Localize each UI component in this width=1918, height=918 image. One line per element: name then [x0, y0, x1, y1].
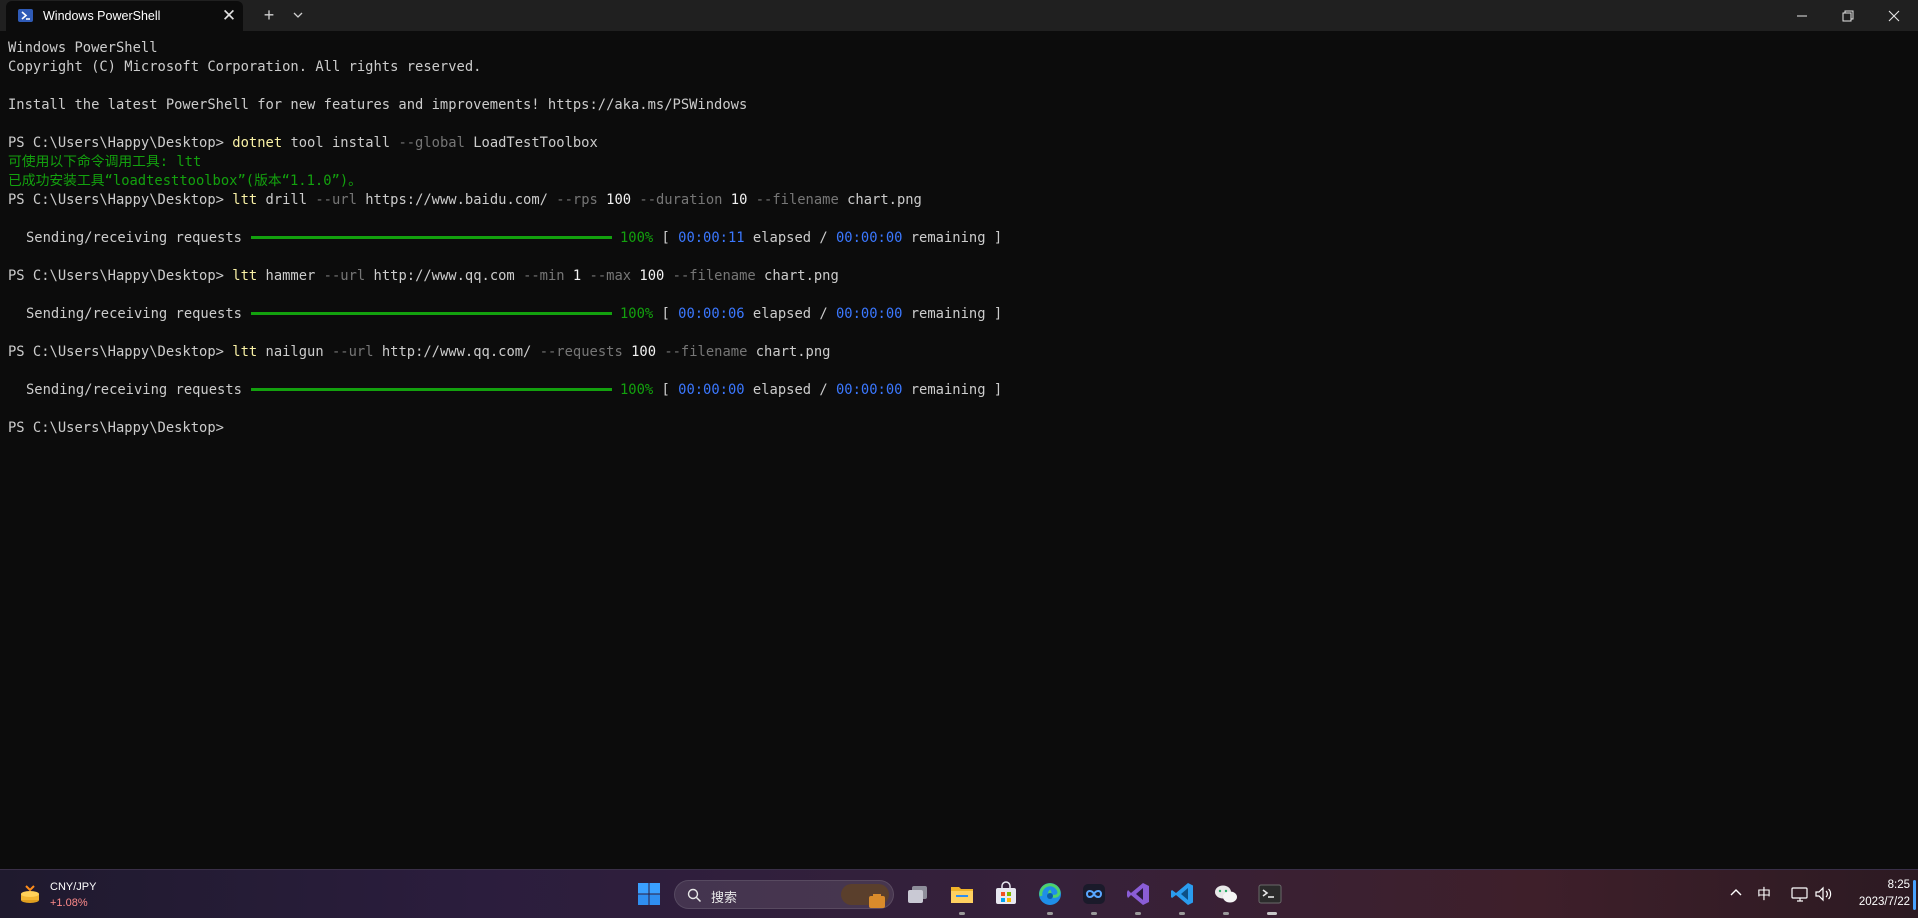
tab-close-icon[interactable]: ✕ — [220, 7, 238, 25]
prompt: PS C:\Users\Happy\Desktop> — [8, 135, 224, 151]
command-line: PS C:\Users\Happy\Desktop> ltt hammer --… — [8, 268, 839, 284]
volume-button[interactable] — [1813, 883, 1835, 905]
tab-windows-powershell[interactable]: Windows PowerShell ✕ — [6, 1, 243, 31]
show-desktop-button[interactable] — [1913, 880, 1916, 910]
terminal-button[interactable] — [1255, 879, 1285, 909]
vscode-button[interactable] — [1167, 879, 1197, 909]
ime-indicator[interactable]: 中 — [1757, 884, 1771, 904]
command-line: PS C:\Users\Happy\Desktop> ltt drill --u… — [8, 192, 922, 208]
network-button[interactable] — [1789, 883, 1811, 905]
active-indicator — [1267, 912, 1277, 915]
search-input[interactable]: 搜索 — [674, 880, 894, 909]
terminal-line: Windows PowerShell — [8, 40, 158, 56]
running-indicator — [1179, 912, 1185, 915]
terminal-line: Install the latest PowerShell for new fe… — [8, 97, 748, 113]
progress-line: Sending/receiving requests 100% [ 00:00:0… — [26, 306, 1003, 322]
currency-widget-icon — [21, 885, 39, 903]
running-indicator — [959, 912, 965, 915]
restore-button[interactable] — [1825, 0, 1871, 31]
output-line: 已成功安装工具“loadtesttoolbox”(版本“1.1.0”)。 — [8, 173, 362, 189]
restore-icon — [1842, 10, 1854, 22]
search-icon — [687, 888, 702, 903]
minimize-button[interactable] — [1779, 0, 1825, 31]
app-icon — [1083, 884, 1105, 904]
tab-title: Windows PowerShell — [43, 9, 161, 23]
task-view-button[interactable] — [903, 879, 933, 909]
output-line: 可使用以下命令调用工具: ltt — [8, 154, 202, 170]
start-button[interactable] — [634, 879, 664, 909]
terminal-icon — [1258, 884, 1282, 904]
running-indicator — [1047, 912, 1053, 915]
powershell-icon — [18, 9, 33, 22]
visual-studio-icon — [1127, 883, 1149, 905]
progress-line: Sending/receiving requests 100% [ 00:00:1… — [26, 230, 1003, 246]
app-button[interactable] — [1079, 879, 1109, 909]
task-view-icon — [908, 886, 927, 903]
title-bar: Windows PowerShell ✕ + — [0, 0, 1918, 31]
tab-dropdown-icon[interactable] — [288, 5, 308, 25]
wechat-icon — [1215, 885, 1237, 903]
chevron-up-icon — [1730, 889, 1742, 896]
file-explorer-icon — [951, 887, 973, 903]
search-placeholder: 搜索 — [711, 890, 738, 905]
file-explorer-button[interactable] — [947, 879, 977, 909]
new-tab-button[interactable]: + — [257, 5, 281, 25]
command-line: PS C:\Users\Happy\Desktop> ltt nailgun -… — [8, 344, 831, 360]
edge-button[interactable] — [1035, 879, 1065, 909]
search-highlight-icon — [841, 884, 889, 908]
start-icon — [638, 883, 660, 905]
show-hidden-icons-button[interactable] — [1726, 883, 1746, 903]
network-icon — [1791, 887, 1808, 902]
clock-time: 8:25 — [1887, 879, 1910, 891]
microsoft-store-button[interactable] — [991, 879, 1021, 909]
widget-name: CNY/JPY — [50, 881, 97, 893]
clock-date: 2023/7/22 — [1858, 896, 1910, 908]
taskbar: CNY/JPY +1.08% 搜索 中 8:25 2023/7/22 — [0, 869, 1918, 918]
visual-studio-button[interactable] — [1123, 879, 1153, 909]
wechat-button[interactable] — [1211, 879, 1241, 909]
progress-line: Sending/receiving requests 100% [ 00:00:0… — [26, 382, 1003, 398]
progress-bar — [250, 387, 612, 391]
progress-bar — [250, 311, 612, 315]
running-indicator — [1091, 912, 1097, 915]
close-icon — [1888, 10, 1900, 22]
terminal-line: Copyright (C) Microsoft Corporation. All… — [8, 59, 482, 75]
progress-bar — [250, 235, 612, 239]
terminal-output[interactable]: Windows PowerShell Copyright (C) Microso… — [8, 39, 1908, 869]
close-window-button[interactable] — [1871, 0, 1917, 31]
edge-icon — [1039, 883, 1061, 905]
widget-change: +1.08% — [50, 897, 88, 909]
command-line: PS C:\Users\Happy\Desktop> dotnet tool i… — [8, 135, 598, 151]
current-prompt[interactable]: PS C:\Users\Happy\Desktop> — [8, 419, 224, 438]
vscode-icon — [1171, 883, 1193, 905]
running-indicator — [1223, 912, 1229, 915]
running-indicator — [1135, 912, 1141, 915]
volume-icon — [1815, 886, 1832, 902]
minimize-icon — [1797, 15, 1807, 17]
microsoft-store-icon — [996, 881, 1016, 904]
